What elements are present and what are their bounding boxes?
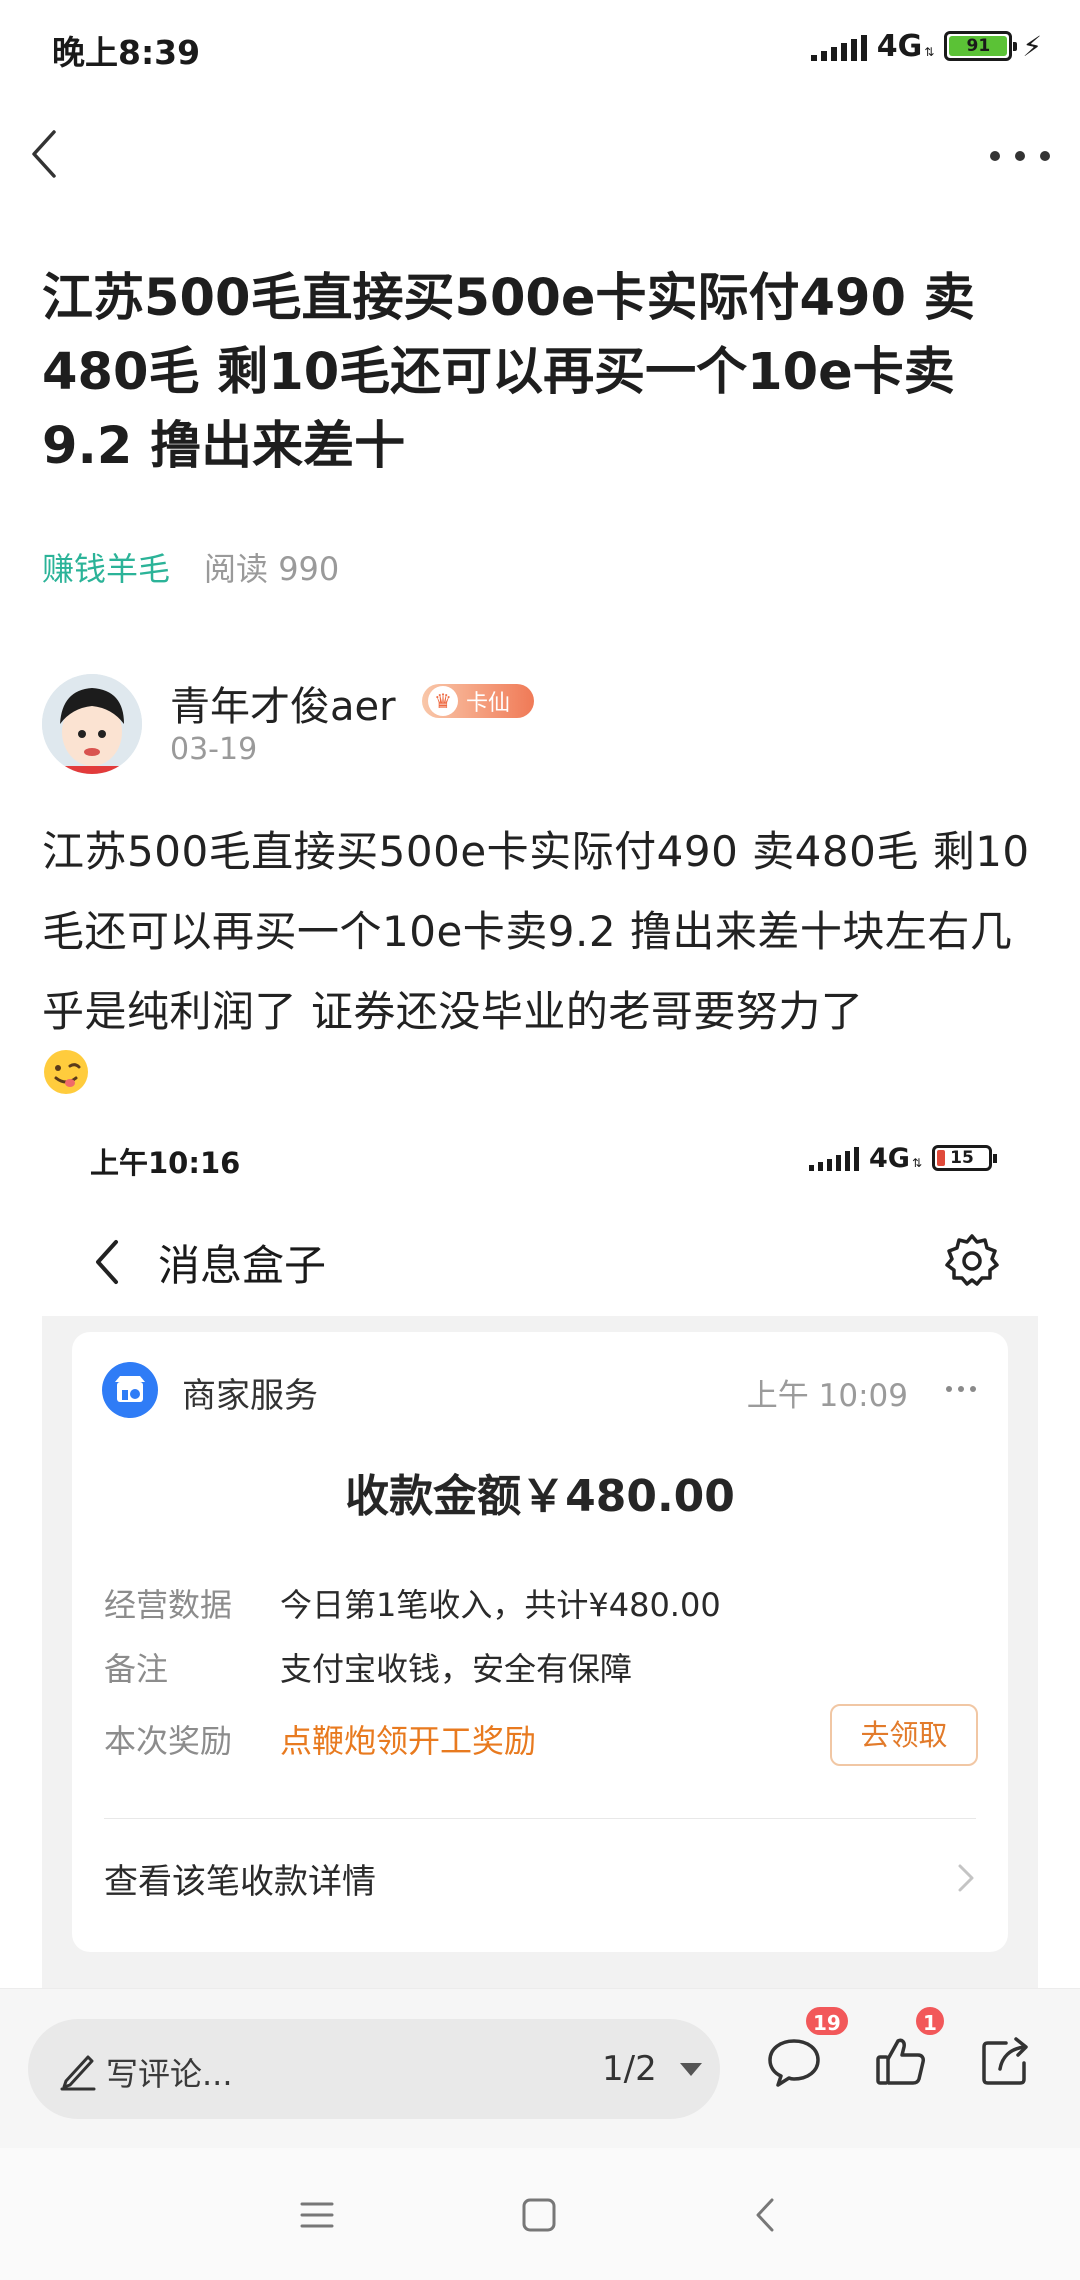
embedded-status-bar: 上午10:16 4G ⇅ 15 — [42, 1110, 1038, 1210]
bottom-action-bar: 写评论... 1/2 19 1 — [0, 1988, 1080, 2148]
embedded-status-time: 上午10:16 — [90, 1146, 241, 1180]
user-badge: ♛ 卡仙 — [422, 684, 534, 718]
comments-button[interactable]: 19 — [764, 2005, 850, 2091]
comment-bubble-icon — [768, 2039, 820, 2087]
notification-source: 商家服务 — [182, 1376, 318, 1416]
like-button[interactable]: 1 — [872, 2005, 946, 2091]
row-label: 经营数据 — [104, 1586, 233, 1624]
share-button[interactable] — [976, 2031, 1036, 2091]
charging-icon: ⚡ — [1022, 29, 1042, 63]
smirk-emoji-icon — [44, 1050, 88, 1094]
chevron-left-icon — [32, 130, 56, 178]
author-row: 青年才俊aer ♛ 卡仙 03-19 — [42, 670, 1042, 780]
embedded-header: 消息盒子 — [42, 1210, 1038, 1316]
chevron-left-icon — [96, 1240, 118, 1284]
info-row: 经营数据 今日第1笔收入，共计¥480.00 — [104, 1580, 721, 1626]
back-triangle-icon[interactable] — [744, 2192, 790, 2238]
payment-amount: 收款金额￥480.00 — [345, 1471, 735, 1522]
embedded-page-title: 消息盒子 — [158, 1241, 327, 1290]
like-count-badge: 1 — [914, 2005, 946, 2037]
battery-icon: 15 — [932, 1145, 997, 1171]
status-time: 晚上8:39 — [52, 33, 201, 72]
network-type: 4G ⇅ — [876, 28, 935, 64]
author-name[interactable]: 青年才俊aer — [170, 674, 396, 732]
post-date: 03-19 — [170, 732, 258, 767]
comment-input[interactable]: 写评论... 1/2 — [28, 2019, 720, 2119]
status-icons: 4G ⇅ 91 ⚡ — [810, 26, 1042, 66]
cartoon-boy-icon — [42, 674, 142, 774]
caret-down-icon[interactable] — [680, 2063, 702, 2076]
battery-icon: 91 — [944, 31, 1018, 61]
info-row: 备注 支付宝收钱，安全有保障 — [104, 1644, 632, 1690]
reward-value: 点鞭炮领开工奖励 — [280, 1722, 537, 1760]
share-icon — [982, 2037, 1028, 2085]
merchant-service-icon — [102, 1362, 158, 1418]
more-icon — [946, 1386, 976, 1394]
row-label: 备注 — [104, 1650, 169, 1688]
category-link[interactable]: 赚钱羊毛 — [42, 544, 170, 590]
view-payment-details-link: 查看该笔收款详情 — [104, 1862, 376, 1902]
more-button[interactable] — [990, 136, 1050, 176]
post-title: 江苏500毛直接买500e卡实际付490 卖480毛 剩10毛还可以再买一个10… — [42, 269, 975, 476]
claim-reward-button: 去领取 — [830, 1704, 978, 1766]
battery-level: 91 — [949, 36, 1008, 56]
badge-label: 卡仙 — [466, 691, 511, 716]
chevron-right-icon — [958, 1864, 974, 1892]
more-dot — [1015, 151, 1025, 161]
more-dot — [1040, 151, 1050, 161]
row-value: 支付宝收钱，安全有保障 — [280, 1650, 633, 1688]
post-body: 江苏500毛直接买500e卡实际付490 卖480毛 剩10毛还可以再买一个10… — [42, 827, 1030, 1036]
notification-time: 上午 10:09 — [746, 1378, 908, 1414]
row-value: 今日第1笔收入，共计¥480.00 — [280, 1586, 721, 1624]
embedded-screenshot[interactable]: 上午10:16 4G ⇅ 15 消息盒子 商家服务 上午 10:09 收款金额￥… — [42, 1110, 1038, 1990]
status-bar: 晚上8:39 4G ⇅ 91 ⚡ — [0, 0, 1080, 96]
gear-icon — [945, 1234, 999, 1286]
post-meta: 赚钱羊毛 阅读 990 — [42, 544, 339, 590]
signal-icon — [808, 1145, 859, 1171]
divider — [104, 1818, 976, 1819]
signal-icon — [810, 31, 867, 61]
comment-count-badge: 19 — [804, 2005, 850, 2037]
pencil-icon — [60, 2055, 96, 2091]
more-dot — [990, 151, 1000, 161]
embedded-network: 4G ⇅ — [868, 1142, 922, 1174]
crown-icon: ♛ — [428, 686, 458, 716]
system-navigation-bar — [0, 2148, 1080, 2280]
info-row: 本次奖励 点鞭炮领开工奖励 — [104, 1716, 536, 1762]
avatar[interactable] — [42, 674, 142, 774]
read-count: 阅读 990 — [204, 550, 340, 588]
embedded-battery-level: 15 — [950, 1148, 974, 1168]
page-indicator[interactable]: 1/2 — [602, 2049, 657, 2089]
home-square-icon[interactable] — [516, 2192, 562, 2238]
menu-icon[interactable] — [294, 2192, 340, 2238]
payment-notification-card: 商家服务 上午 10:09 收款金额￥480.00 经营数据 今日第1笔收入，共计… — [72, 1332, 1008, 1952]
top-nav — [0, 110, 1080, 200]
comment-placeholder: 写评论... — [106, 2055, 233, 2093]
thumbs-up-icon — [876, 2038, 925, 2085]
row-label: 本次奖励 — [104, 1722, 233, 1760]
back-button[interactable] — [20, 124, 80, 184]
embedded-status-icons: 4G ⇅ 15 — [808, 1140, 997, 1176]
